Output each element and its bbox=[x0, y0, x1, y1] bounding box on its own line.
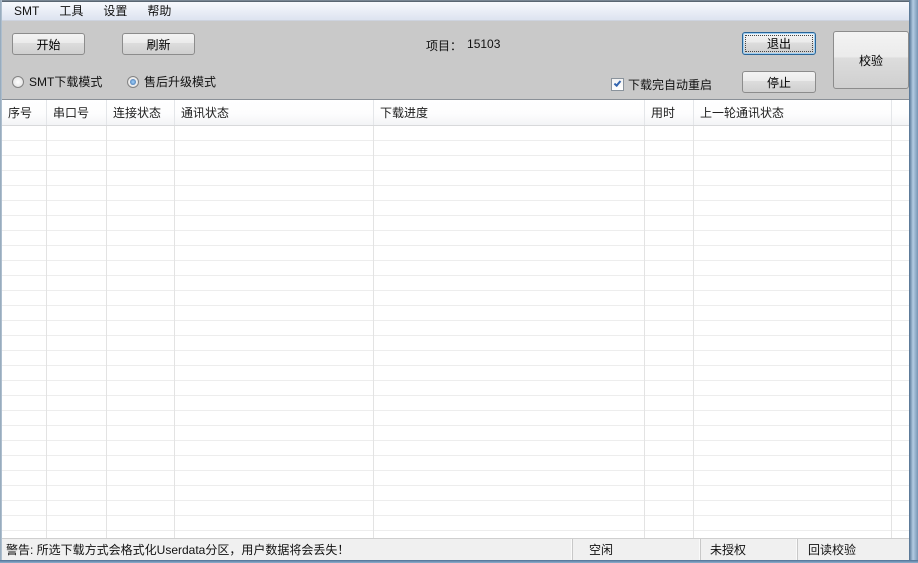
menu-smt[interactable]: SMT bbox=[4, 2, 49, 21]
menu-bar: SMT 工具 设置 帮助 bbox=[2, 2, 909, 21]
verify-button[interactable]: 校验 bbox=[833, 31, 909, 89]
window-content: SMT 工具 设置 帮助 开始 刷新 项目： 15103 退出 停止 校验 SM… bbox=[2, 2, 909, 560]
column-header-elapsed[interactable]: 用时 bbox=[645, 100, 694, 125]
column-divider bbox=[644, 126, 645, 538]
status-bar: 警告: 所选下载方式会格式化Userdata分区，用户数据将会丢失！ 空闲 未授… bbox=[2, 538, 909, 560]
app-window: SMT 工具 设置 帮助 开始 刷新 项目： 15103 退出 停止 校验 SM… bbox=[0, 0, 918, 563]
menu-tools[interactable]: 工具 bbox=[49, 0, 93, 22]
column-header-connection[interactable]: 连接状态 bbox=[107, 100, 175, 125]
device-table: 序号 串口号 连接状态 通讯状态 下载进度 用时 上一轮通讯状态 bbox=[2, 99, 909, 538]
menu-help[interactable]: 帮助 bbox=[137, 0, 181, 22]
column-divider bbox=[891, 126, 892, 538]
project-label: 项目： bbox=[426, 39, 463, 53]
column-divider bbox=[373, 126, 374, 538]
status-verify-mode: 回读校验 bbox=[797, 539, 909, 560]
window-border-right bbox=[909, 0, 918, 563]
project-value: 15103 bbox=[467, 37, 501, 51]
column-header-filler bbox=[892, 100, 909, 125]
column-divider bbox=[106, 126, 107, 538]
stop-button[interactable]: 停止 bbox=[742, 71, 816, 93]
radio-unselected-icon bbox=[12, 75, 24, 88]
status-state: 空闲 bbox=[572, 539, 700, 560]
column-divider bbox=[174, 126, 175, 538]
column-header-index[interactable]: 序号 bbox=[2, 100, 47, 125]
refresh-button[interactable]: 刷新 bbox=[122, 33, 195, 55]
menu-settings[interactable]: 设置 bbox=[93, 0, 137, 22]
column-header-serial-port[interactable]: 串口号 bbox=[47, 100, 107, 125]
column-divider bbox=[693, 126, 694, 538]
checkbox-auto-reboot-label: 下载完自动重启 bbox=[628, 78, 713, 92]
column-divider bbox=[46, 126, 47, 538]
radio-aftersales-label: 售后升级模式 bbox=[144, 75, 217, 89]
window-border-left bbox=[0, 0, 2, 563]
status-auth: 未授权 bbox=[700, 539, 797, 560]
checkbox-icon bbox=[611, 78, 624, 91]
column-header-last-round[interactable]: 上一轮通讯状态 bbox=[694, 100, 892, 125]
exit-button[interactable]: 退出 bbox=[742, 32, 816, 55]
column-header-comm-status[interactable]: 通讯状态 bbox=[175, 100, 374, 125]
status-warning: 警告: 所选下载方式会格式化Userdata分区，用户数据将会丢失！ bbox=[6, 543, 350, 557]
table-header: 序号 串口号 连接状态 通讯状态 下载进度 用时 上一轮通讯状态 bbox=[2, 100, 909, 126]
column-header-progress[interactable]: 下载进度 bbox=[374, 100, 645, 125]
checkbox-auto-reboot[interactable]: 下载完自动重启 bbox=[611, 76, 712, 93]
project-info: 项目： 15103 bbox=[426, 37, 500, 54]
window-border-top bbox=[0, 0, 918, 2]
radio-selected-icon bbox=[127, 75, 139, 88]
radio-smt-label: SMT下载模式 bbox=[29, 75, 103, 89]
start-button[interactable]: 开始 bbox=[12, 33, 85, 55]
check-icon bbox=[613, 79, 622, 87]
toolbar: 开始 刷新 项目： 15103 退出 停止 校验 SMT下载模式 售后升级模式 bbox=[2, 21, 909, 99]
radio-smt-download-mode[interactable]: SMT下载模式 bbox=[12, 73, 102, 90]
radio-aftersales-upgrade-mode[interactable]: 售后升级模式 bbox=[127, 73, 216, 90]
table-body[interactable] bbox=[2, 126, 909, 538]
